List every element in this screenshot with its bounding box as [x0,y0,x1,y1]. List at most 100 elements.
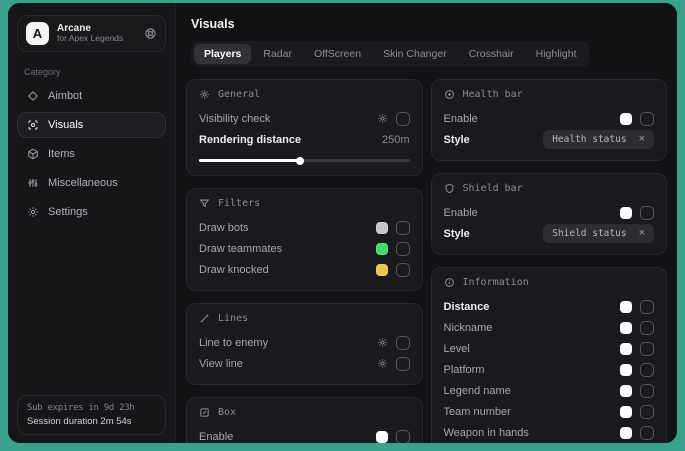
dropdown-value: Health status [552,134,626,145]
setting-label: Nickname [444,322,493,334]
brand-card: A Arcane for Apex Legends [17,15,166,52]
checkbox[interactable] [396,263,410,277]
setting-row: Enable [199,426,410,443]
card-title: Shield bar [444,183,655,194]
checkbox[interactable] [640,112,654,126]
setting-row: Nickname [444,317,655,338]
setting-label: Level [444,343,470,355]
box-icon [199,407,210,418]
setting-label: Legend name [444,385,511,397]
slider-thumb[interactable] [296,157,304,165]
color-swatch[interactable] [620,301,632,313]
color-swatch[interactable] [620,385,632,397]
style-dropdown[interactable]: Shield status × [543,224,654,243]
tab-offscreen[interactable]: OffScreen [304,44,371,64]
card-title: Information [444,277,655,288]
clear-icon[interactable]: × [639,228,645,239]
app-logo: A [26,22,49,45]
sidebar-item-miscellaneous[interactable]: Miscellaneous [17,170,166,196]
color-swatch[interactable] [376,222,388,234]
checkbox[interactable] [640,426,654,440]
gear-icon [199,89,210,100]
sidebar-item-label: Miscellaneous [48,177,118,189]
tab-bar: Players Radar OffScreen Skin Changer Cro… [191,41,590,67]
slider-value: 250m [382,134,410,146]
gear-icon[interactable] [377,337,388,348]
setting-row: Draw knocked [199,259,410,280]
clear-icon[interactable]: × [639,134,645,145]
support-icon[interactable] [144,27,157,40]
checkbox[interactable] [640,405,654,419]
sidebar-item-items[interactable]: Items [17,141,166,167]
checkbox[interactable] [640,300,654,314]
settings-content: General Visibility check [176,67,677,443]
style-dropdown[interactable]: Health status × [543,130,654,149]
checkbox[interactable] [640,363,654,377]
checkbox[interactable] [396,242,410,256]
checkbox[interactable] [396,336,410,350]
gear-icon[interactable] [377,113,388,124]
sidebar-item-aimbot[interactable]: Aimbot [17,83,166,109]
setting-row: Platform [444,359,655,380]
card-title: Filters [199,198,410,209]
checkbox[interactable] [640,206,654,220]
setting-row: Line to enemy [199,332,410,353]
box-card: Box Enable Enable background [186,397,423,443]
color-swatch[interactable] [620,343,632,355]
sidebar: A Arcane for Apex Legends Category [8,3,176,443]
setting-label: Enable [444,207,478,219]
slider-fill [199,159,300,162]
checkbox[interactable] [640,384,654,398]
health-bar-card: Health bar Enable Style Health status [431,79,668,161]
gear-icon[interactable] [377,358,388,369]
color-swatch[interactable] [376,264,388,276]
setting-row: Visibility check [199,108,410,129]
checkbox[interactable] [396,357,410,371]
checkbox[interactable] [396,221,410,235]
color-swatch[interactable] [620,427,632,439]
setting-row: Legend name [444,380,655,401]
setting-label: Line to enemy [199,337,268,349]
sidebar-item-visuals[interactable]: Visuals [17,112,166,138]
color-swatch[interactable] [376,431,388,443]
card-title-text: Lines [218,313,248,324]
setting-label: Visibility check [199,113,270,125]
color-swatch[interactable] [376,243,388,255]
subscription-expiry: Sub expires in 9d 23h [27,403,156,413]
card-title: Health bar [444,89,655,100]
diagonal-line-icon [199,313,210,324]
checkbox[interactable] [396,112,410,126]
color-swatch[interactable] [620,322,632,334]
card-title-text: Shield bar [463,183,523,194]
tab-highlight[interactable]: Highlight [526,44,587,64]
checkbox[interactable] [640,321,654,335]
rendering-distance-slider[interactable] [199,156,410,165]
setting-label: Team number [444,406,511,418]
card-title-text: Box [218,407,236,418]
checkbox[interactable] [396,430,410,444]
setting-row: Team number [444,401,655,422]
color-swatch[interactable] [620,207,632,219]
information-card: Information Distance Nickname [431,267,668,443]
setting-row: Distance [444,296,655,317]
sidebar-item-label: Items [48,148,75,160]
shield-icon [444,183,455,194]
tab-skin-changer[interactable]: Skin Changer [373,44,457,64]
card-title: Lines [199,313,410,324]
color-swatch[interactable] [620,364,632,376]
sidebar-item-settings[interactable]: Settings [17,199,166,225]
scan-eye-icon [27,119,39,131]
setting-label: Style [444,228,470,240]
tab-radar[interactable]: Radar [253,44,302,64]
setting-row: Draw teammates [199,238,410,259]
color-swatch[interactable] [620,406,632,418]
setting-row: Level [444,338,655,359]
color-swatch[interactable] [620,113,632,125]
right-column: Health bar Enable Style Health status [431,79,668,443]
checkbox[interactable] [640,342,654,356]
sidebar-nav: Aimbot Visuals Items [17,83,166,225]
brand-text: Arcane for Apex Legends [57,23,123,44]
tab-players[interactable]: Players [194,44,251,64]
tab-crosshair[interactable]: Crosshair [459,44,524,64]
health-plus-icon [444,89,455,100]
